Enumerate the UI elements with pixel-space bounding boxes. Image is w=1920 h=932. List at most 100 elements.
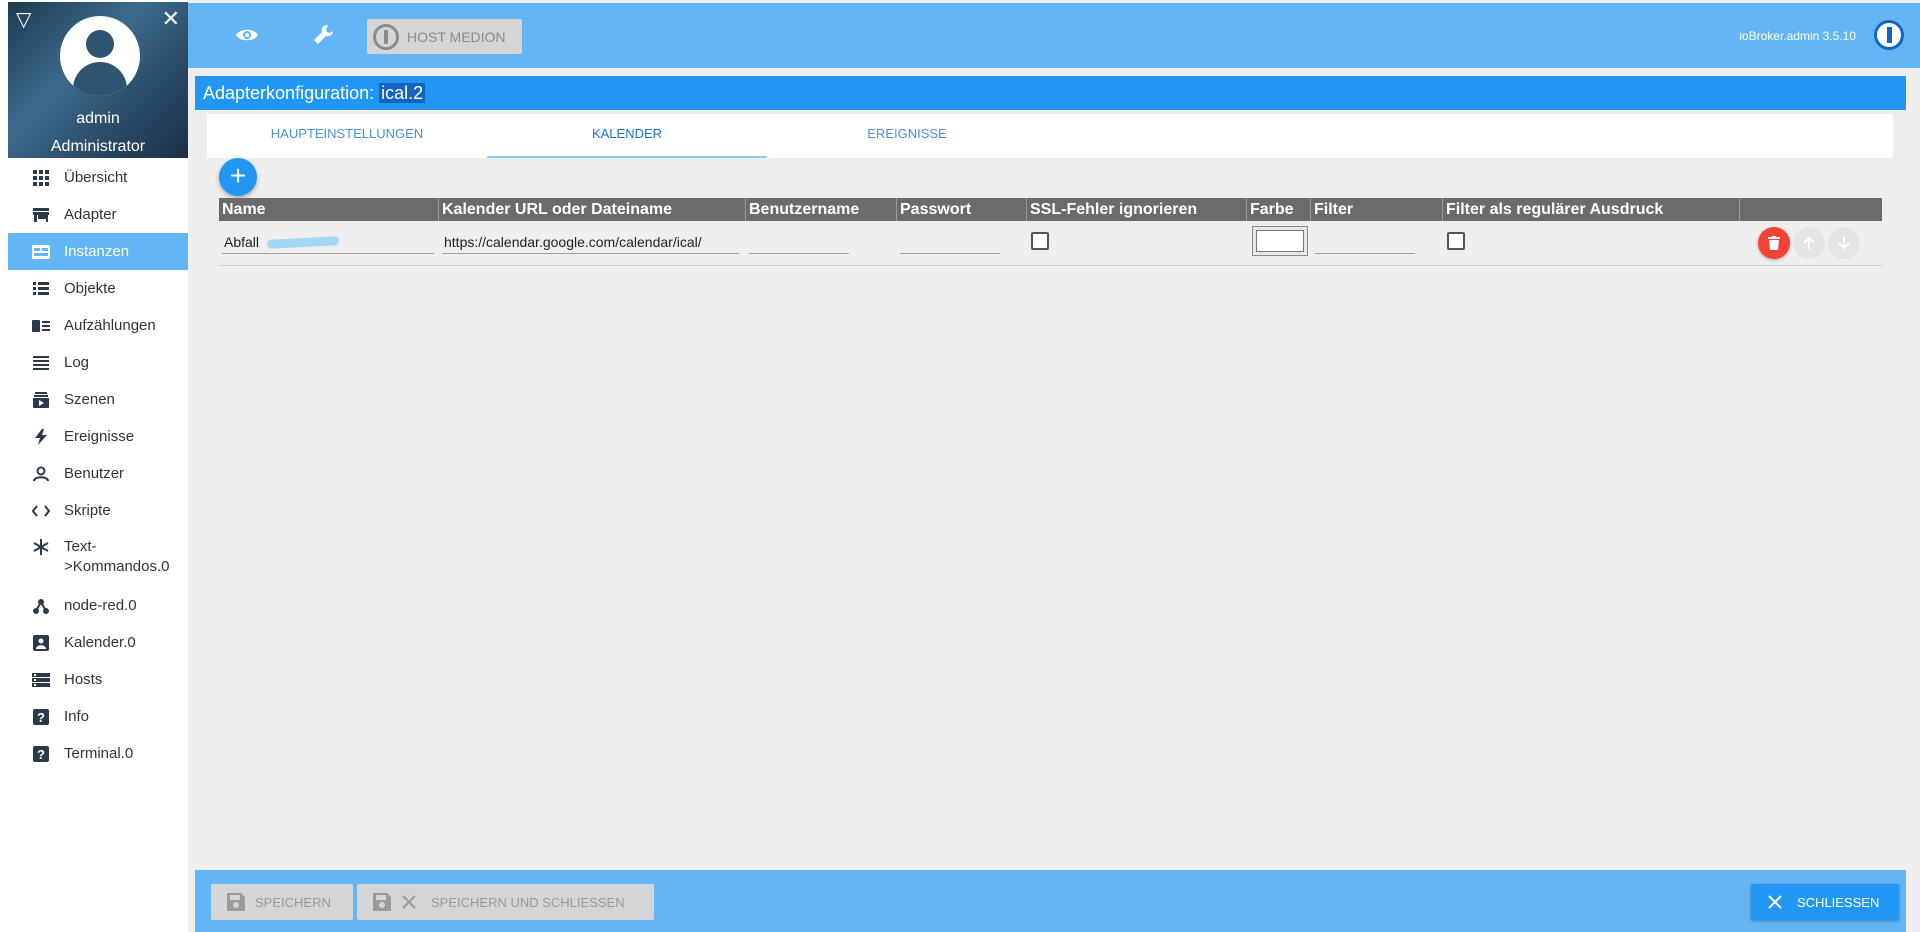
url-input[interactable]: https://calendar.google.com/calendar/ica… [442, 232, 739, 254]
sidebar-item-label: Übersicht [64, 168, 128, 186]
save-and-close-button[interactable]: SPEICHERN UND SCHLIESSEN [357, 884, 654, 920]
sidebar-header: ▽ ✕ admin Administrator [8, 2, 188, 158]
col-user: Benutzername [746, 198, 897, 221]
help-icon: ? [26, 708, 56, 725]
svg-text:?: ? [37, 747, 45, 762]
code-icon [26, 504, 56, 517]
instance-name: ical.2 [379, 83, 426, 103]
sidebar-item-szenen[interactable]: Szenen [8, 381, 188, 418]
title-prefix: Adapterkonfiguration: [203, 83, 375, 103]
name-input[interactable]: Abfall [222, 232, 434, 254]
app-window: ▽ ✕ admin Administrator Übersicht Adapte… [0, 0, 1920, 932]
sidebar-item-terminal[interactable]: ? Terminal.0 [8, 735, 188, 772]
store-icon [26, 207, 56, 223]
sidebar-item-label: Info [64, 707, 90, 725]
trash-icon [1768, 236, 1780, 250]
nodes-icon [26, 598, 56, 614]
username-input[interactable] [749, 232, 849, 254]
close-icon [1767, 894, 1783, 910]
sidebar: ▽ ✕ admin Administrator Übersicht Adapte… [0, 0, 188, 932]
sidebar-item-label: Instanzen [64, 242, 130, 260]
close-label: SCHLIESSEN [1797, 894, 1880, 910]
sidebar-item-label: Terminal.0 [64, 744, 134, 762]
menu-toggle-icon[interactable]: ▽ [16, 10, 31, 30]
sidebar-item-text-kommandos[interactable]: Text- >Kommandos.0 [8, 529, 188, 587]
sidebar-item-label: Szenen [64, 390, 115, 408]
avatar [60, 16, 140, 96]
footer-bar: SPEICHERN SPEICHERN UND SCHLIESSEN SCHLI… [195, 870, 1906, 932]
tab-ereignisse[interactable]: EREIGNISSE [767, 114, 1047, 158]
table-header: Name Kalender URL oder Dateiname Benutze… [219, 198, 1882, 221]
arrow-down-icon [1838, 237, 1850, 250]
redaction-mark [266, 236, 340, 249]
snowflake-icon [26, 539, 56, 555]
sidebar-item-ereignisse[interactable]: Ereignisse [8, 418, 188, 455]
version-label: ioBroker.admin 3.5.10 [1739, 29, 1856, 43]
sidebar-item-label: Ereignisse [64, 427, 135, 445]
wrench-icon[interactable] [304, 17, 344, 53]
scenes-icon [26, 391, 56, 408]
sidebar-item-adapter[interactable]: Adapter [8, 196, 188, 233]
flash-icon [26, 428, 56, 445]
sidebar-item-label: Aufzählungen [64, 316, 156, 334]
user-icon [26, 466, 56, 482]
table-row: Abfall https://calendar.google.com/calen… [219, 221, 1882, 266]
sidebar-item-label: Objekte [64, 279, 116, 297]
sidebar-item-uebersicht[interactable]: Übersicht [8, 159, 188, 196]
main-area: HOST MEDION ioBroker.admin 3.5.10 Adapte… [188, 0, 1920, 932]
sidebar-item-kalender[interactable]: Kalender.0 [8, 624, 188, 661]
ssl-ignore-checkbox[interactable] [1031, 232, 1049, 250]
list-icon [26, 281, 56, 296]
sidebar-item-label: Skripte [64, 501, 111, 519]
adapter-config-title: Adapterkonfiguration: ical.2 [195, 76, 1906, 110]
color-swatch [1256, 230, 1304, 252]
calendar-icon [26, 634, 56, 651]
eye-icon[interactable] [227, 17, 267, 53]
iobroker-brand-icon [1874, 20, 1904, 50]
svg-text:?: ? [37, 710, 45, 725]
host-button[interactable]: HOST MEDION [367, 19, 522, 54]
sidebar-item-node-red[interactable]: node-red.0 [8, 587, 188, 624]
tab-kalender[interactable]: KALENDER [487, 114, 767, 158]
server-icon [26, 672, 56, 687]
move-up-button[interactable] [1793, 227, 1825, 259]
filter-input[interactable] [1315, 232, 1415, 254]
save-label: SPEICHERN [255, 894, 331, 910]
host-label: HOST MEDION [407, 28, 506, 45]
save-icon [373, 893, 391, 911]
user-name: admin [76, 110, 120, 127]
col-regex: Filter als regulärer Ausdruck [1443, 198, 1740, 221]
add-calendar-button[interactable]: + [219, 158, 257, 196]
sidebar-item-log[interactable]: Log [8, 344, 188, 381]
col-url: Kalender URL oder Dateiname [439, 198, 746, 221]
sidebar-item-label: node-red.0 [64, 596, 137, 614]
col-password: Passwort [897, 198, 1027, 221]
save-and-close-label: SPEICHERN UND SCHLIESSEN [431, 894, 625, 910]
sidebar-item-hosts[interactable]: Hosts [8, 661, 188, 698]
tab-haupteinstellungen[interactable]: HAUPTEINSTELLUNGEN [207, 114, 487, 158]
sidebar-item-info[interactable]: ? Info [8, 698, 188, 735]
col-name: Name [219, 198, 439, 221]
sidebar-item-label: Log [64, 353, 90, 371]
arrow-up-icon [1803, 236, 1815, 249]
save-button[interactable]: SPEICHERN [211, 884, 353, 920]
close-button[interactable]: SCHLIESSEN [1751, 884, 1899, 920]
sidebar-item-aufzaehlungen[interactable]: Aufzählungen [8, 307, 188, 344]
sidebar-item-label: Kalender.0 [64, 633, 136, 651]
sidebar-item-instanzen[interactable]: Instanzen [8, 233, 188, 270]
enum-icon [26, 319, 56, 332]
log-icon [26, 355, 56, 370]
config-tabs: HAUPTEINSTELLUNGEN KALENDER EREIGNISSE [207, 114, 1893, 158]
plus-icon: + [229, 160, 247, 191]
sidebar-item-benutzer[interactable]: Benutzer [8, 455, 188, 492]
sidebar-item-objekte[interactable]: Objekte [8, 270, 188, 307]
close-sidebar-icon[interactable]: ✕ [162, 8, 180, 30]
color-picker[interactable] [1252, 226, 1308, 256]
sidebar-item-skripte[interactable]: Skripte [8, 492, 188, 529]
password-input[interactable] [900, 232, 1000, 254]
regex-checkbox[interactable] [1447, 232, 1465, 250]
delete-row-button[interactable] [1758, 227, 1790, 259]
move-down-button[interactable] [1828, 227, 1860, 259]
sidebar-item-label: Hosts [64, 670, 103, 688]
grid-icon [26, 169, 56, 186]
